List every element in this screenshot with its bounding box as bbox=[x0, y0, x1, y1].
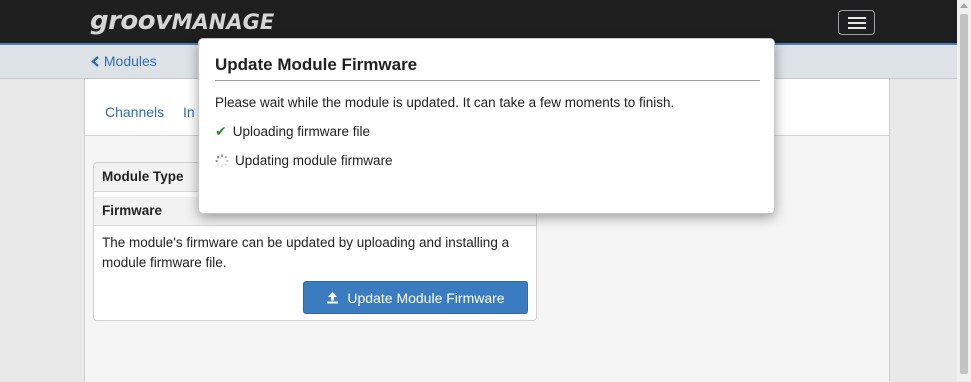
modal-title: Update Module Firmware bbox=[215, 55, 760, 81]
step-upload-label: Uploading firmware file bbox=[232, 124, 371, 139]
hamburger-menu-button[interactable] bbox=[838, 10, 875, 35]
step-update-label: Updating module firmware bbox=[235, 153, 393, 168]
brand-logo: groovMANAGE bbox=[90, 7, 274, 35]
tab-info[interactable]: In bbox=[183, 104, 195, 120]
update-firmware-modal: Update Module Firmware Please wait while… bbox=[198, 38, 775, 214]
firmware-description: The module's firmware can be updated by … bbox=[102, 235, 510, 270]
firmware-label: Firmware bbox=[102, 203, 163, 218]
back-link-label: Modules bbox=[103, 53, 157, 69]
tab-channels[interactable]: Channels bbox=[105, 104, 164, 120]
brand-logo-part1: groov bbox=[90, 6, 172, 36]
scroll-up-arrow-icon[interactable] bbox=[960, 3, 968, 8]
hamburger-menu-icon bbox=[847, 16, 866, 19]
modal-message: Please wait while the module is updated.… bbox=[215, 95, 675, 110]
chevron-left-icon bbox=[91, 56, 99, 67]
update-module-firmware-button[interactable]: Update Module Firmware bbox=[303, 281, 528, 314]
spinner-icon bbox=[215, 153, 229, 167]
step-upload: ✔ Uploading firmware file bbox=[215, 123, 370, 140]
step-update: Updating module firmware bbox=[215, 153, 393, 168]
checkmark-icon: ✔ bbox=[215, 123, 227, 139]
upload-icon bbox=[327, 292, 339, 304]
scroll-thumb[interactable] bbox=[960, 14, 968, 374]
brand-logo-part2: MANAGE bbox=[171, 10, 275, 34]
module-type-label: Module Type bbox=[102, 169, 184, 184]
back-to-modules-link[interactable]: Modules bbox=[91, 53, 157, 69]
page-scrollbar[interactable] bbox=[957, 0, 971, 381]
update-button-label: Update Module Firmware bbox=[347, 289, 505, 306]
